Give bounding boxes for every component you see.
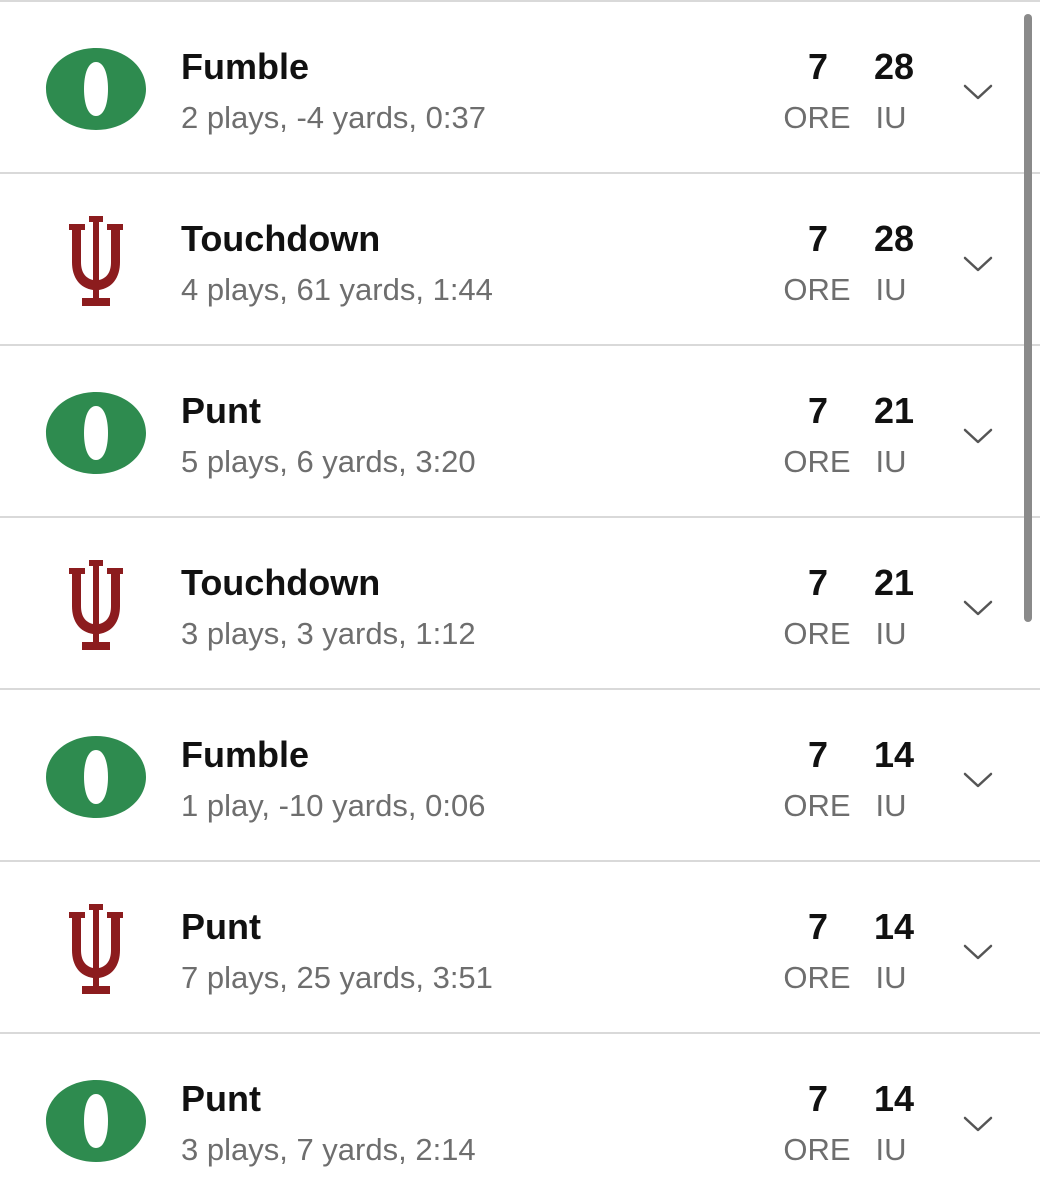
chevron-down-icon[interactable]: [958, 244, 998, 284]
drive-summary: 3 plays, 7 yards, 2:14: [181, 1132, 476, 1167]
drive-result: Fumble: [181, 734, 310, 775]
drive-list: Fumble 2 plays, -4 yards, 0:37 7 28 ORE IU To…: [0, 0, 1040, 1200]
chevron-down-icon[interactable]: [958, 72, 998, 112]
drive-result: Punt: [181, 906, 261, 947]
drive-result: Fumble: [181, 46, 310, 87]
home-score: 14: [873, 906, 914, 947]
away-score: 7: [807, 562, 828, 603]
oregon-o-logo: [44, 1076, 148, 1166]
away-score: 7: [807, 734, 828, 775]
home-team-abbr: IU: [875, 444, 907, 479]
oregon-o-logo: [44, 732, 148, 822]
drive-summary: 2 plays, -4 yards, 0:37: [181, 100, 486, 135]
home-score: 28: [873, 46, 914, 87]
home-team-abbr: IU: [875, 100, 907, 135]
drive-summary: 1 play, -10 yards, 0:06: [181, 788, 486, 823]
away-score: 7: [807, 1078, 828, 1119]
drive-row[interactable]: Touchdown 4 plays, 61 yards, 1:44 7 28 ORE IU: [0, 174, 1040, 346]
drive-result: Touchdown: [181, 562, 381, 603]
drive-row[interactable]: Fumble 2 plays, -4 yards, 0:37 7 28 ORE IU: [0, 2, 1040, 174]
home-score: 21: [873, 562, 914, 603]
drive-summary: 5 plays, 6 yards, 3:20: [181, 444, 476, 479]
drive-row[interactable]: Fumble 1 play, -10 yards, 0:06 7 14 ORE IU: [0, 690, 1040, 862]
chevron-down-icon[interactable]: [958, 932, 998, 972]
home-team-abbr: IU: [875, 616, 907, 651]
away-score: 7: [807, 906, 828, 947]
chevron-down-icon[interactable]: [958, 588, 998, 628]
drive-result: Punt: [181, 390, 261, 431]
chevron-down-icon[interactable]: [958, 1104, 998, 1144]
chevron-down-icon[interactable]: [958, 416, 998, 456]
drive-summary: 7 plays, 25 yards, 3:51: [181, 960, 493, 995]
drive-summary: 3 plays, 3 yards, 1:12: [181, 616, 476, 651]
drive-row[interactable]: Touchdown 3 plays, 3 yards, 1:12 7 21 ORE IU: [0, 518, 1040, 690]
home-score: 14: [873, 734, 914, 775]
chevron-down-icon[interactable]: [958, 760, 998, 800]
away-score: 7: [807, 46, 828, 87]
home-team-abbr: IU: [875, 272, 907, 307]
drive-result: Touchdown: [181, 218, 381, 259]
away-score: 7: [807, 390, 828, 431]
drive-row[interactable]: Punt 3 plays, 7 yards, 2:14 7 14 ORE IU: [0, 1034, 1040, 1200]
indiana-trident-logo: [44, 904, 148, 994]
home-score: 28: [873, 218, 914, 259]
home-team-abbr: IU: [875, 788, 907, 823]
away-score: 7: [807, 218, 828, 259]
indiana-trident-logo: [44, 216, 148, 306]
oregon-o-logo: [44, 44, 148, 134]
home-team-abbr: IU: [875, 1132, 907, 1167]
drive-result: Punt: [181, 1078, 261, 1119]
drive-summary: 4 plays, 61 yards, 1:44: [181, 272, 493, 307]
home-score: 14: [873, 1078, 914, 1119]
scrollbar[interactable]: [1024, 14, 1032, 622]
home-score: 21: [873, 390, 914, 431]
indiana-trident-logo: [44, 560, 148, 650]
oregon-o-logo: [44, 388, 148, 478]
drive-row[interactable]: Punt 7 plays, 25 yards, 3:51 7 14 ORE IU: [0, 862, 1040, 1034]
home-team-abbr: IU: [875, 960, 907, 995]
drive-row[interactable]: Punt 5 plays, 6 yards, 3:20 7 21 ORE IU: [0, 346, 1040, 518]
